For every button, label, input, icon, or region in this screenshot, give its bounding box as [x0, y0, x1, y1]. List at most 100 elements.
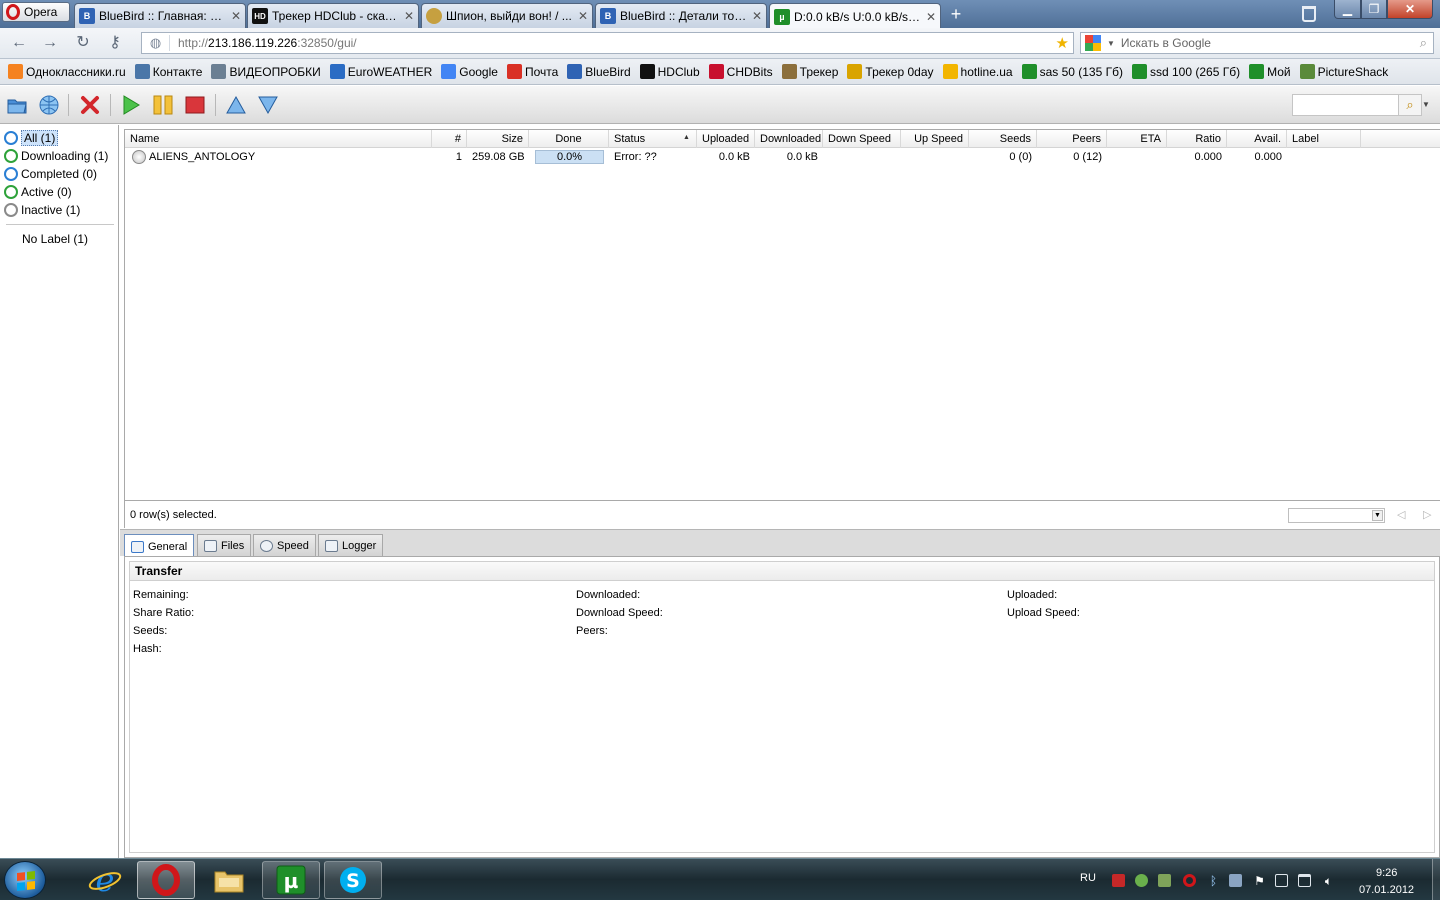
search-magnifier-icon[interactable]: ⌕ — [1420, 35, 1427, 51]
bookmark-item[interactable]: CHDBits — [708, 64, 773, 79]
search-field[interactable]: ▼ Искать в Google ⌕ — [1080, 32, 1434, 54]
tab-files[interactable]: Files — [197, 534, 252, 557]
network-shield-tray-icon[interactable] — [1158, 874, 1171, 887]
bookmark-item[interactable]: BlueBird — [567, 64, 631, 79]
column-header-eta[interactable]: ETA — [1107, 130, 1167, 148]
key-icon[interactable]: ⚷ — [106, 34, 124, 52]
back-arrow-icon[interactable]: ← — [10, 34, 28, 52]
label-no-label[interactable]: No Label (1) — [22, 232, 88, 246]
column-header-ratio[interactable]: Ratio — [1167, 130, 1227, 148]
add-torrent-icon[interactable] — [6, 94, 28, 116]
page-select[interactable]: ▼ — [1288, 508, 1385, 523]
category-downloading[interactable]: Downloading (1) — [4, 147, 111, 164]
column-header-seeds[interactable]: Seeds — [969, 130, 1037, 148]
bookmark-item[interactable]: Трекер — [781, 64, 838, 79]
column-header-size[interactable]: Size — [467, 130, 529, 148]
next-page-icon[interactable]: ▷ — [1423, 508, 1431, 521]
opera-tray-icon[interactable] — [1183, 874, 1196, 887]
column-header-peers[interactable]: Peers — [1037, 130, 1107, 148]
toolbar-search-input[interactable] — [1292, 94, 1399, 116]
remove-torrent-icon[interactable] — [79, 94, 101, 116]
usb-device-tray-icon[interactable] — [1275, 874, 1288, 887]
bookmark-item[interactable]: Google — [441, 64, 498, 79]
taskbar-file-explorer[interactable] — [200, 861, 258, 899]
category-inactive[interactable]: Inactive (1) — [4, 201, 83, 218]
column-header-avail[interactable]: Avail. — [1227, 130, 1287, 148]
antivirus-tray-icon[interactable] — [1112, 874, 1125, 887]
column-header-number[interactable]: # — [432, 130, 467, 148]
reload-icon[interactable]: ↻ — [74, 34, 92, 52]
search-engine-dropdown-icon[interactable]: ▼ — [1107, 39, 1115, 48]
tab-close-icon[interactable]: ✕ — [752, 9, 762, 23]
previous-page-icon[interactable]: ◁ — [1397, 508, 1405, 521]
tab-close-icon[interactable]: ✕ — [231, 9, 241, 23]
bookmark-star-icon[interactable]: ★ — [1056, 34, 1069, 52]
bookmark-item[interactable]: HDClub — [639, 64, 700, 79]
start-torrent-icon[interactable] — [120, 94, 142, 116]
column-header-label[interactable]: Label — [1287, 130, 1361, 148]
chevron-down-icon[interactable]: ▼ — [1372, 510, 1383, 521]
column-header-done[interactable]: Done — [529, 130, 609, 148]
start-button[interactable] — [4, 861, 46, 899]
taskbar-opera[interactable] — [137, 861, 195, 899]
move-up-queue-icon[interactable] — [225, 94, 247, 116]
tab-speed[interactable]: Speed — [253, 534, 316, 557]
tab-general[interactable]: General — [124, 534, 195, 558]
column-header-up-speed[interactable]: Up Speed — [901, 130, 969, 148]
bookmark-item[interactable]: Контакте — [134, 64, 202, 79]
tab-logger[interactable]: Logger — [318, 534, 384, 557]
column-header-name[interactable]: Name — [125, 130, 432, 148]
torrent-row[interactable]: ALIENS_ANTOLOGY 1 259.08 GB 0.0% Error: … — [125, 148, 1361, 166]
browser-tab-hdclub[interactable]: HD Трекер HDClub - скач... ✕ — [247, 3, 419, 28]
window-maximize-button[interactable]: ❐ — [1361, 0, 1387, 19]
column-header-down-speed[interactable]: Down Speed — [823, 130, 901, 148]
bookmark-item[interactable]: PictureShack — [1299, 64, 1388, 79]
category-all[interactable]: All (1) — [4, 129, 61, 146]
taskbar-skype[interactable]: S — [324, 861, 382, 899]
taskbar-utorrent[interactable]: µ — [262, 861, 320, 899]
bookmark-item[interactable]: hotline.ua — [942, 64, 1013, 79]
pause-torrent-icon[interactable] — [152, 94, 174, 116]
search-magnifier-icon[interactable]: ⌕ — [1398, 94, 1422, 116]
add-torrent-url-icon[interactable] — [38, 94, 60, 116]
security-shield-tray-icon[interactable] — [1135, 874, 1148, 887]
tab-close-icon[interactable]: ✕ — [578, 9, 588, 23]
forward-arrow-icon[interactable]: → — [41, 34, 59, 52]
bookmark-item[interactable]: sas 50 (135 Гб) — [1021, 64, 1123, 79]
category-completed[interactable]: Completed (0) — [4, 165, 100, 182]
column-header-downloaded[interactable]: Downloaded — [755, 130, 823, 148]
opera-menu-button[interactable]: Opera — [2, 2, 70, 22]
bookmark-item[interactable]: ssd 100 (265 Гб) — [1131, 64, 1240, 79]
stop-torrent-icon[interactable] — [184, 94, 206, 116]
browser-tab-bluebird-home[interactable]: B BlueBird :: Главная: ск... ✕ — [74, 3, 246, 28]
clock-date[interactable]: 07.01.2012 — [1359, 884, 1414, 896]
bookmark-item[interactable]: Почта — [506, 64, 558, 79]
new-tab-plus-icon[interactable]: + — [946, 5, 966, 25]
category-active[interactable]: Active (0) — [4, 183, 75, 200]
taskbar-internet-explorer[interactable]: e — [76, 861, 134, 899]
language-indicator[interactable]: RU — [1080, 872, 1096, 884]
bluetooth-tray-icon[interactable]: ᛒ — [1207, 874, 1220, 888]
volume-tray-icon[interactable]: 🔈︎ — [1322, 874, 1335, 888]
address-field[interactable]: ◍ http:// 213.186.119.226 :32850/gui/ ★ — [141, 32, 1074, 54]
browser-tab-bluebird-details[interactable]: B BlueBird :: Детали тор... ✕ — [595, 3, 767, 28]
browser-tab-utorrent-webui[interactable]: µ D:0.0 kB/s U:0.0 kB/s - ... ✕ — [769, 3, 941, 29]
tab-close-icon[interactable]: ✕ — [404, 9, 414, 23]
move-down-queue-icon[interactable] — [257, 94, 279, 116]
bookmark-item[interactable]: ВИДЕОПРОБКИ — [211, 64, 321, 79]
action-center-flag-icon[interactable]: ⚑ — [1253, 874, 1266, 888]
closed-tabs-trash-icon[interactable] — [1302, 6, 1316, 22]
bookmark-item[interactable]: Трекер 0day — [847, 64, 934, 79]
column-header-uploaded[interactable]: Uploaded — [697, 130, 755, 148]
search-dropdown-icon[interactable]: ▼ — [1422, 94, 1433, 116]
network-tray-icon[interactable] — [1298, 874, 1311, 887]
show-desktop-button[interactable] — [1432, 859, 1440, 900]
media-tray-icon[interactable] — [1229, 874, 1242, 887]
browser-tab-spy[interactable]: Шпион, выйди вон! / ... ✕ — [421, 3, 593, 28]
clock-time[interactable]: 9:26 — [1376, 867, 1397, 879]
bookmark-item[interactable]: Одноклассники.ru — [8, 64, 126, 79]
window-minimize-button[interactable]: ▁ — [1334, 0, 1361, 19]
window-close-button[interactable]: ✕ — [1387, 0, 1433, 19]
bookmark-item[interactable]: Мой — [1249, 64, 1291, 79]
bookmark-item[interactable]: EuroWEATHER — [329, 64, 432, 79]
